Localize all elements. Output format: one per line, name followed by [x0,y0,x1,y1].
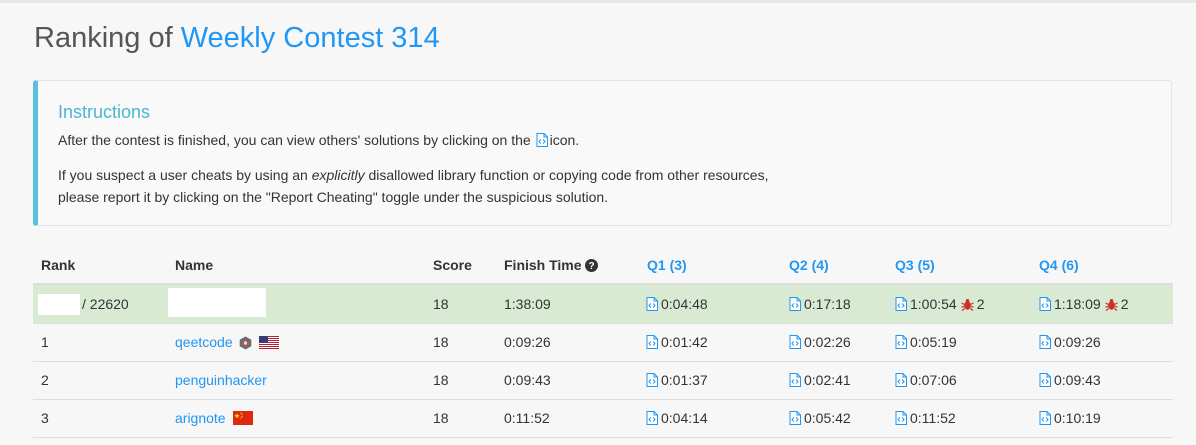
rank-cell: 2 [41,372,49,388]
instructions-text-1: After the contest is finished, you can v… [58,132,580,148]
q1-solution[interactable]: 0:01:42 [646,334,708,350]
my-ranking-row: / 22620 18 1:38:09 0:04:48 0:17:18 1:00:… [33,285,1173,324]
instructions-text-2: If you suspect a user cheats by using an… [58,167,769,183]
score-cell: 18 [433,334,449,350]
my-q4-solution[interactable]: 1:18:09 2 [1039,296,1129,312]
code-file-icon [1039,297,1051,311]
code-file-icon [1039,335,1051,349]
col-header-score: Score [433,257,472,273]
username-link[interactable]: arignote [175,410,253,426]
col-header-q1[interactable]: Q1 (3) [647,257,687,273]
page-title: Ranking of Weekly Contest 314 [34,22,440,55]
my-q1-solution[interactable]: 0:04:48 [646,296,708,312]
q3-wrong-count: 2 [976,296,985,312]
q1-solution[interactable]: 0:01:37 [646,372,708,388]
my-score: 18 [433,296,449,312]
rank-cell: 3 [41,410,49,426]
col-header-q4[interactable]: Q4 (6) [1039,257,1079,273]
table-row: 3 arignote 18 0:11:52 0:04:14 0:05:42 0:… [33,399,1173,438]
table-row: 2 penguinhacker 18 0:09:43 0:01:37 0:02:… [33,361,1173,400]
code-file-icon [1039,373,1051,387]
code-file-icon [646,297,658,311]
redacted-rank [38,294,80,315]
col-header-q3[interactable]: Q3 (5) [895,257,935,273]
username-link[interactable]: penguinhacker [175,372,267,388]
cn-flag-icon [232,411,253,425]
top-border [0,0,1196,3]
my-rank-total: / 22620 [82,296,129,312]
col-header-rank: Rank [41,257,76,273]
code-file-icon [789,411,801,425]
q1-solution[interactable]: 0:04:14 [646,410,708,426]
score-cell: 18 [433,410,449,426]
username-link[interactable]: qeetcode [175,334,279,350]
table-row: 1 qeetcode 18 0:09:26 0:01:42 0:02:26 0:… [33,323,1173,362]
q4-solution[interactable]: 0:10:19 [1039,410,1101,426]
q2-solution[interactable]: 0:05:42 [789,410,851,426]
bug-icon [960,298,974,311]
bug-icon [1104,298,1118,311]
code-file-icon [646,373,658,387]
code-file-icon [646,411,658,425]
col-header-q2[interactable]: Q2 (4) [789,257,829,273]
title-prefix: Ranking of [34,22,181,54]
help-icon[interactable]: ? [584,259,598,272]
code-file-icon [646,335,658,349]
col-header-finish-time: Finish Time? [504,257,598,273]
finish-time-cell: 0:09:43 [504,372,551,388]
svg-text:?: ? [588,261,594,272]
code-file-icon [895,335,907,349]
contest-name-link[interactable]: Weekly Contest 314 [181,22,440,54]
code-file-icon [1039,411,1051,425]
us-flag-icon [258,336,279,349]
my-q2-solution[interactable]: 0:17:18 [789,296,851,312]
my-finish-time: 1:38:09 [504,296,551,312]
q2-solution[interactable]: 0:02:41 [789,372,851,388]
finish-time-cell: 0:11:52 [504,410,550,426]
col-header-name: Name [175,257,214,273]
my-q3-solution[interactable]: 1:00:54 2 [895,296,985,312]
finish-time-cell: 0:09:26 [504,334,551,350]
instructions-panel: Instructions After the contest is finish… [33,80,1172,226]
redacted-username [168,288,266,317]
code-file-icon [895,411,907,425]
q4-solution[interactable]: 0:09:43 [1039,372,1101,388]
instructions-text-3: please report it by clicking on the "Rep… [58,189,609,205]
q4-solution[interactable]: 0:09:26 [1039,334,1101,350]
score-cell: 18 [433,372,449,388]
q3-solution[interactable]: 0:05:19 [895,334,957,350]
q4-wrong-count: 2 [1120,296,1129,312]
q2-solution[interactable]: 0:02:26 [789,334,851,350]
rank-cell: 1 [41,334,49,350]
code-file-icon [789,373,801,387]
guardian-badge-icon [239,336,251,350]
code-file-icon [895,297,907,311]
code-file-icon [536,133,548,147]
q3-solution[interactable]: 0:07:06 [895,372,957,388]
q3-solution[interactable]: 0:11:52 [895,410,956,426]
code-file-icon [895,373,907,387]
instructions-heading: Instructions [58,102,151,122]
code-file-icon [789,335,801,349]
code-file-icon [789,297,801,311]
